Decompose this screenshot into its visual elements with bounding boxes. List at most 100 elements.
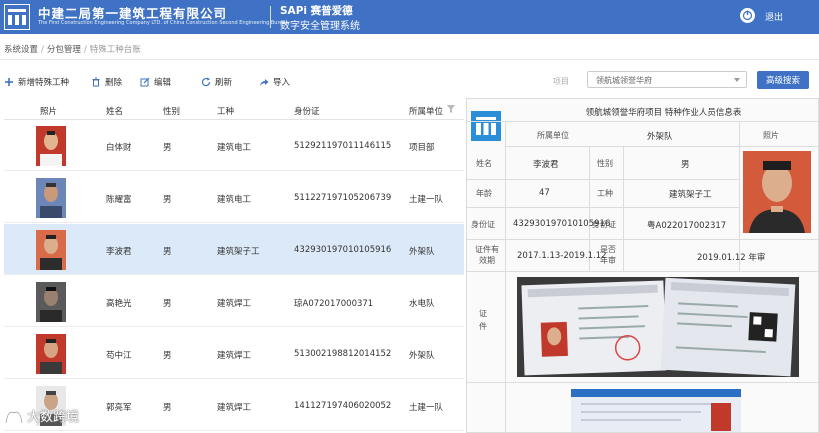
certificate-label: 证件 xyxy=(479,309,487,331)
col-photo: 照片 xyxy=(40,107,58,117)
cell-name: 苟中江 xyxy=(106,351,132,361)
validity-label: 证件有效期 xyxy=(475,245,499,265)
cell-unit: 外架队 xyxy=(409,351,435,361)
certificate-image xyxy=(517,277,799,377)
worker-large-photo xyxy=(743,151,811,233)
logout-icon[interactable] xyxy=(740,8,755,23)
cell-id-card: 512921197011146115 xyxy=(294,141,392,151)
col-worker-type: 工种 xyxy=(217,107,235,117)
header-divider xyxy=(270,6,271,28)
unit-value: 外架队 xyxy=(647,132,673,142)
name-value: 李波君 xyxy=(533,160,559,170)
refresh-button[interactable]: 刷新 xyxy=(201,76,232,88)
cell-unit: 土建一队 xyxy=(409,403,444,413)
watermark: 大数跨境 xyxy=(4,406,79,425)
company-logo-icon xyxy=(4,4,30,30)
cell-name: 郭亮军 xyxy=(106,403,132,413)
cell-unit: 土建一队 xyxy=(409,195,444,205)
cert-no-value: 粤A022017002317 xyxy=(647,221,727,231)
table-row[interactable]: 高艳光 男 建筑焊工 琼A072017000371 水电队 xyxy=(4,276,464,327)
cell-gender: 男 xyxy=(163,351,172,361)
system-brand: SAPi 赛普爱德 xyxy=(280,5,353,17)
worker-photo xyxy=(36,282,66,322)
worker-photo xyxy=(36,230,66,270)
table-row-selected[interactable]: 李波君 男 建筑架子工 432930197010105916 外架队 xyxy=(4,224,464,275)
panel-gridline xyxy=(623,146,624,271)
cell-unit: 项目部 xyxy=(409,143,435,153)
filter-icon[interactable] xyxy=(447,105,455,113)
annual-review-label: 是否年审 xyxy=(600,245,616,265)
panel-gridline xyxy=(467,382,818,383)
cell-id-card: 141127197406020052 xyxy=(294,401,392,411)
cell-id-card: 琼A072017000371 xyxy=(294,299,374,309)
cell-name: 李波君 xyxy=(106,247,132,257)
cell-worker-type: 建筑架子工 xyxy=(217,247,260,257)
project-select[interactable]: 领航城领誉华府 xyxy=(587,71,747,88)
trash-icon xyxy=(92,77,100,87)
add-label: 新增特殊工种 xyxy=(18,78,70,88)
cell-worker-type: 建筑电工 xyxy=(217,143,252,153)
refresh-icon xyxy=(201,77,211,87)
cell-unit: 外架队 xyxy=(409,247,435,257)
company-logo-icon xyxy=(471,111,501,141)
worker-info-panel: 领航城领誉华府项目 特种作业人员信息表 所属单位 外架队 照片 姓名 李波君 性… xyxy=(466,98,819,433)
company-name-en: The First Construction Engineering Compa… xyxy=(38,20,289,26)
panel-gridline xyxy=(505,121,506,432)
col-id-card: 身份证 xyxy=(294,107,320,117)
worker-photo xyxy=(36,126,66,166)
cell-gender: 男 xyxy=(163,143,172,153)
cell-worker-type: 建筑电工 xyxy=(217,195,252,205)
cell-worker-type: 建筑焊工 xyxy=(217,403,252,413)
refresh-label: 刷新 xyxy=(215,78,233,88)
annual-review-value: 2019.01.12 年审 xyxy=(697,253,766,263)
delete-button[interactable]: 删除 xyxy=(91,76,122,88)
breadcrumb: 系统设置 / 分包管理 / 特殊工种台账 xyxy=(4,45,141,55)
project-select-value: 领航城领誉华府 xyxy=(596,76,652,85)
logout-button[interactable]: 退出 xyxy=(765,10,783,23)
panel-gridline xyxy=(739,121,740,271)
col-gender: 性别 xyxy=(163,107,181,117)
breadcrumb-current: 特殊工种台账 xyxy=(89,45,141,55)
cell-gender: 男 xyxy=(163,299,172,309)
table-row[interactable]: 白体财 男 建筑电工 512921197011146115 项目部 xyxy=(4,120,464,171)
advanced-search-button[interactable]: 高级搜索 xyxy=(757,71,809,89)
add-special-worker-button[interactable]: 新增特殊工种 xyxy=(4,76,69,88)
cell-id-card: 432930197010105916 xyxy=(294,245,392,255)
worker-photo xyxy=(36,334,66,374)
cell-name: 白体财 xyxy=(106,143,132,153)
table-row[interactable]: 陈耀富 男 建筑电工 511227197105206739 土建一队 xyxy=(4,172,464,223)
cell-name: 陈耀富 xyxy=(106,195,132,205)
chevron-down-icon xyxy=(734,78,740,82)
gender-value: 男 xyxy=(681,160,690,170)
panel-title: 领航城领誉华府项目 特种作业人员信息表 xyxy=(585,108,742,118)
import-button[interactable]: 导入 xyxy=(259,76,290,88)
system-name: 数字安全管理系统 xyxy=(280,21,360,32)
breadcrumb-subcontract[interactable]: 分包管理 xyxy=(47,45,81,55)
special-worker-table: 照片 姓名 性别 工种 身份证 所属单位 白体财 男 建筑电工 51292119… xyxy=(4,98,464,433)
table-header: 照片 姓名 性别 工种 身份证 所属单位 xyxy=(4,98,464,120)
certificate-system-image xyxy=(571,389,741,432)
watermark-logo-icon xyxy=(5,410,23,423)
panel-gridline xyxy=(467,271,818,272)
cell-worker-type: 建筑焊工 xyxy=(217,351,252,361)
edit-button[interactable]: 编辑 xyxy=(140,76,171,88)
table-row[interactable]: 苟中江 男 建筑焊工 513002198812014152 外架队 xyxy=(4,328,464,379)
project-label: 项目 xyxy=(553,77,569,86)
panel-gridline xyxy=(467,239,818,240)
cert-no-label: 身份证 xyxy=(592,220,616,229)
delete-label: 删除 xyxy=(105,78,123,88)
cell-gender: 男 xyxy=(163,247,172,257)
id-card-label: 身份证 xyxy=(471,220,495,229)
cell-gender: 男 xyxy=(163,195,172,205)
cell-worker-type: 建筑焊工 xyxy=(217,299,252,309)
plus-icon xyxy=(5,78,13,86)
cell-unit: 水电队 xyxy=(409,299,435,309)
col-unit: 所属单位 xyxy=(409,107,444,117)
gender-label: 性别 xyxy=(597,159,613,168)
worker-type-label: 工种 xyxy=(597,189,613,198)
panel-gridline xyxy=(505,146,818,147)
cell-name: 高艳光 xyxy=(106,299,132,309)
breadcrumb-system-settings[interactable]: 系统设置 xyxy=(4,45,38,55)
col-name: 姓名 xyxy=(106,107,124,117)
age-label: 年龄 xyxy=(476,189,492,198)
